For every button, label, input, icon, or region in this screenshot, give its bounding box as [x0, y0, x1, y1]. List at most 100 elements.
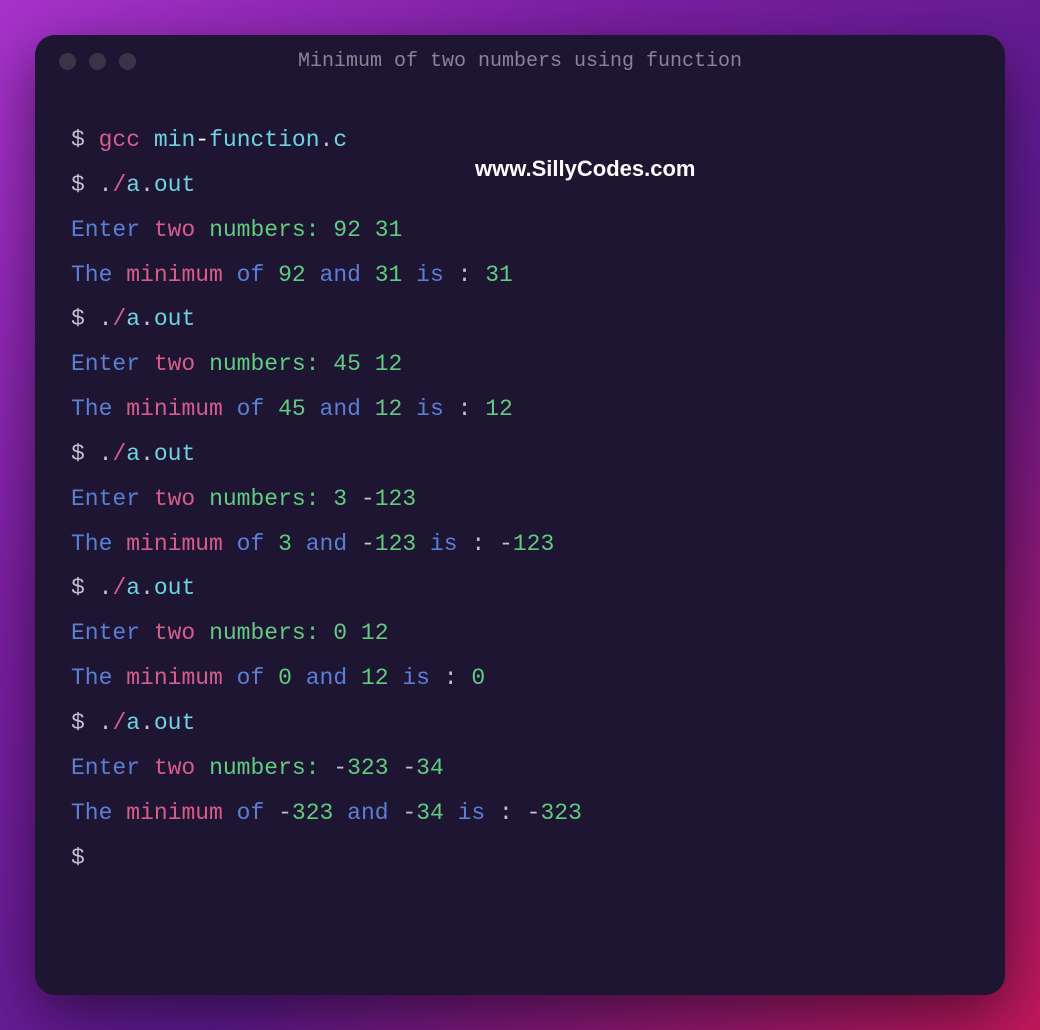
prompt-symbol: $: [71, 845, 85, 871]
title-bar: Minimum of two numbers using function: [35, 35, 1005, 88]
run-dot: .: [140, 306, 154, 332]
filename-dash: -: [195, 127, 209, 153]
label-minimum: minimum: [126, 396, 223, 422]
label-minimum: minimum: [126, 800, 223, 826]
window-title: Minimum of two numbers using function: [298, 50, 742, 73]
run-a: a: [126, 172, 140, 198]
label-colon: :: [458, 396, 472, 422]
terminal-body[interactable]: www.SillyCodes.com $ gcc min-function.c …: [35, 88, 1005, 910]
run-dot: .: [99, 575, 113, 601]
run-out: out: [154, 710, 195, 736]
label-and: and: [347, 800, 388, 826]
run-out: out: [154, 306, 195, 332]
run-out: out: [154, 575, 195, 601]
filename-ext: c: [333, 127, 347, 153]
run-dot: .: [99, 172, 113, 198]
terminal-line: $ ./a.out: [71, 297, 969, 342]
label-numbers: numbers:: [209, 755, 319, 781]
label-numbers: numbers:: [209, 620, 319, 646]
label-the: The: [71, 800, 112, 826]
label-numbers: numbers:: [209, 351, 319, 377]
label-of: of: [237, 396, 265, 422]
label-and: and: [306, 665, 347, 691]
label-of: of: [237, 665, 265, 691]
run-slash: /: [112, 172, 126, 198]
run-slash: /: [112, 710, 126, 736]
label-and: and: [320, 396, 361, 422]
maximize-icon[interactable]: [119, 53, 136, 70]
terminal-line: Enter two numbers: 45 12: [71, 342, 969, 387]
watermark: www.SillyCodes.com: [475, 148, 695, 191]
terminal-line: Enter two numbers: -323 -34: [71, 746, 969, 791]
label-the: The: [71, 531, 112, 557]
terminal-line: The minimum of -323 and -34 is : -323: [71, 791, 969, 836]
terminal-line: $: [71, 836, 969, 881]
label-enter: Enter: [71, 217, 140, 243]
run-dot: .: [140, 575, 154, 601]
label-of: of: [237, 262, 265, 288]
label-is: is: [416, 262, 444, 288]
terminal-line: Enter two numbers: 0 12: [71, 611, 969, 656]
label-is: is: [458, 800, 486, 826]
label-of: of: [237, 800, 265, 826]
traffic-lights: [59, 53, 136, 70]
terminal-line: The minimum of 45 and 12 is : 12: [71, 387, 969, 432]
label-two: two: [154, 486, 195, 512]
label-colon: :: [444, 665, 458, 691]
prompt-symbol: $: [71, 575, 85, 601]
label-of: of: [237, 531, 265, 557]
minimize-icon[interactable]: [89, 53, 106, 70]
run-a: a: [126, 710, 140, 736]
label-numbers: numbers:: [209, 486, 319, 512]
run-slash: /: [112, 306, 126, 332]
run-slash: /: [112, 441, 126, 467]
run-a: a: [126, 306, 140, 332]
label-is: is: [402, 665, 430, 691]
terminal-line: Enter two numbers: 92 31: [71, 208, 969, 253]
label-enter: Enter: [71, 351, 140, 377]
label-colon: :: [471, 531, 485, 557]
prompt-symbol: $: [71, 710, 85, 736]
terminal-window: Minimum of two numbers using function ww…: [35, 35, 1005, 995]
run-dot: .: [140, 710, 154, 736]
run-a: a: [126, 441, 140, 467]
run-dot: .: [99, 441, 113, 467]
label-the: The: [71, 396, 112, 422]
run-out: out: [154, 441, 195, 467]
label-minimum: minimum: [126, 665, 223, 691]
label-two: two: [154, 755, 195, 781]
run-dot: .: [99, 710, 113, 736]
terminal-line: The minimum of 92 and 31 is : 31: [71, 253, 969, 298]
prompt-symbol: $: [71, 172, 85, 198]
run-a: a: [126, 575, 140, 601]
label-the: The: [71, 262, 112, 288]
terminal-line: The minimum of 3 and -123 is : -123: [71, 522, 969, 567]
label-and: and: [320, 262, 361, 288]
terminal-line: The minimum of 0 and 12 is : 0: [71, 656, 969, 701]
filename-part: min: [154, 127, 195, 153]
label-two: two: [154, 620, 195, 646]
label-colon: :: [458, 262, 472, 288]
terminal-line: $ ./a.out: [71, 701, 969, 746]
terminal-line: Enter two numbers: 3 -123: [71, 477, 969, 522]
filename-part: function: [209, 127, 319, 153]
prompt-symbol: $: [71, 306, 85, 332]
label-enter: Enter: [71, 486, 140, 512]
label-is: is: [430, 531, 458, 557]
label-enter: Enter: [71, 620, 140, 646]
label-is: is: [416, 396, 444, 422]
filename-dot: .: [320, 127, 334, 153]
label-two: two: [154, 217, 195, 243]
label-the: The: [71, 665, 112, 691]
terminal-line: $ ./a.out: [71, 432, 969, 477]
run-out: out: [154, 172, 195, 198]
label-minimum: minimum: [126, 262, 223, 288]
label-minimum: minimum: [126, 531, 223, 557]
command-gcc: gcc: [99, 127, 140, 153]
terminal-line: $ ./a.out: [71, 566, 969, 611]
label-two: two: [154, 351, 195, 377]
label-enter: Enter: [71, 755, 140, 781]
label-numbers: numbers:: [209, 217, 319, 243]
close-icon[interactable]: [59, 53, 76, 70]
prompt-symbol: $: [71, 127, 85, 153]
